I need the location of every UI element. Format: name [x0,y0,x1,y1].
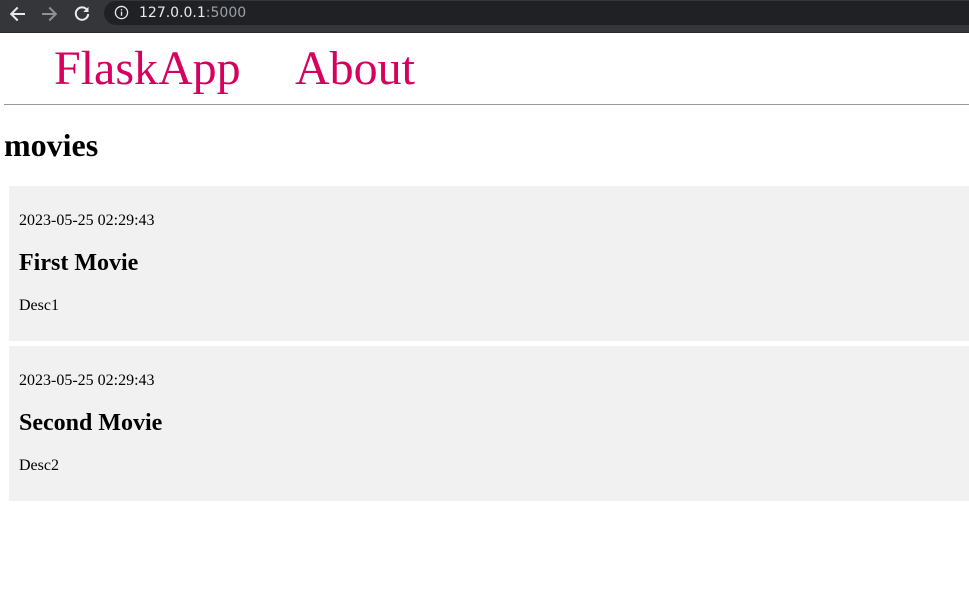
top-nav: FlaskApp About [4,33,969,105]
reload-icon [74,6,90,21]
arrow-right-icon [42,6,58,22]
nav-link-home[interactable]: FlaskApp [54,40,241,98]
post-title: First Movie [19,250,139,276]
reload-button[interactable] [69,3,95,25]
post-description: Desc1 [19,297,59,314]
back-button[interactable] [4,3,30,25]
browser-toolbar: 127.0.0.1:5000 [0,0,969,33]
post-title: Second Movie [19,410,163,436]
movie-card: 2023-05-25 02:29:43 First Movie Desc1 [9,186,969,341]
post-description: Desc2 [19,457,59,474]
movie-card: 2023-05-25 02:29:43 Second Movie Desc2 [9,346,969,501]
url-host: 127.0.0.1 [139,5,206,21]
url-text: 127.0.0.1:5000 [139,4,246,22]
page-content: FlaskApp About movies 2023-05-25 02:29:4… [0,33,969,605]
arrow-left-icon [9,6,25,22]
url-port: :5000 [205,5,247,21]
post-date: 2023-05-25 02:29:43 [19,212,155,229]
address-bar[interactable]: 127.0.0.1:5000 [104,1,969,25]
nav-link-about[interactable]: About [295,40,415,98]
page-title: movies [4,127,99,163]
info-icon[interactable] [114,5,129,20]
forward-button[interactable] [37,3,63,25]
post-date: 2023-05-25 02:29:43 [19,372,155,389]
